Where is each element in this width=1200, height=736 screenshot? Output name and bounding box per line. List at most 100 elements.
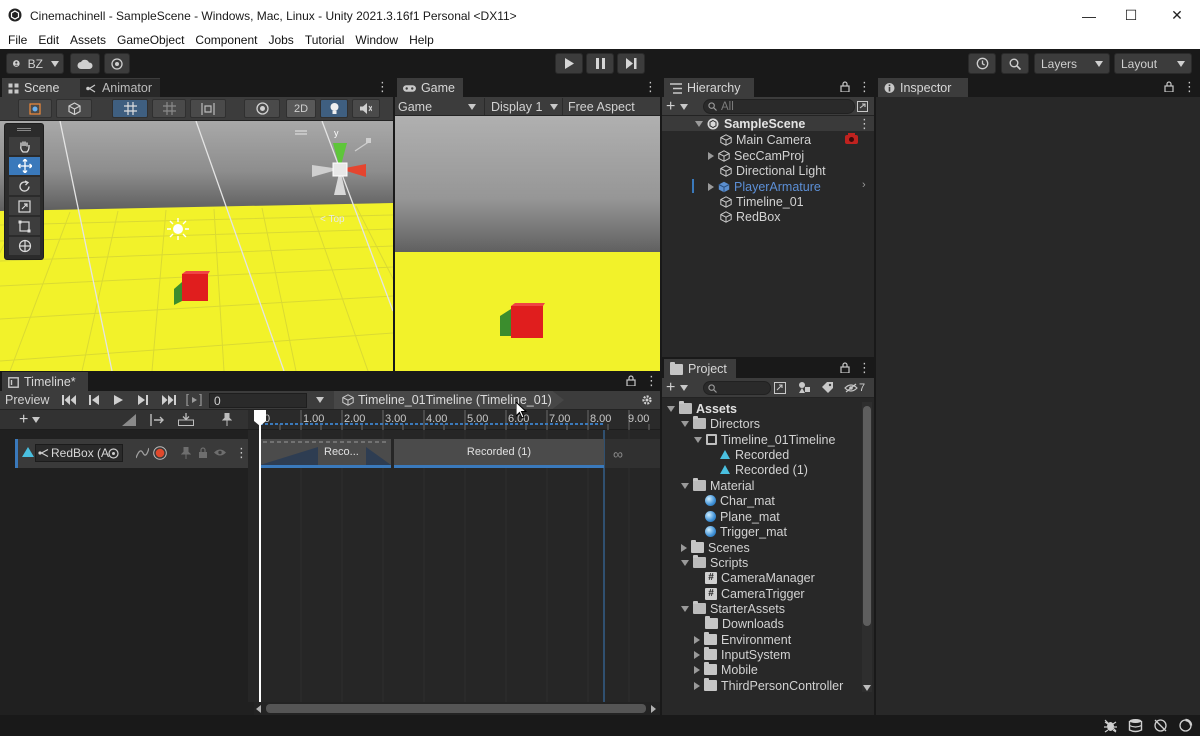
account-dropdown[interactable]: BZ <box>6 53 64 74</box>
hierarchy-search-input[interactable]: All <box>703 99 855 114</box>
project-item-trigger-mat[interactable]: Trigger_mat <box>705 524 787 539</box>
ease-icon[interactable] <box>122 414 136 426</box>
play-range-icon[interactable] <box>186 394 202 406</box>
project-item-starterassets[interactable]: StarterAssets <box>681 601 785 616</box>
track-area[interactable] <box>248 430 660 702</box>
menu-gameobject[interactable]: GameObject <box>117 33 184 47</box>
play-button[interactable] <box>555 53 583 74</box>
hierarchy-item-playerarmature[interactable]: PlayerArmature <box>708 179 821 194</box>
project-item-cameratrigger[interactable]: # CameraTrigger <box>705 586 805 601</box>
scroll-right-arrow-icon[interactable] <box>651 705 656 713</box>
inspector-menu-icon[interactable]: ⋮ <box>1183 80 1196 94</box>
scene-picker-icon[interactable] <box>857 101 868 112</box>
record-button-icon[interactable] <box>153 446 167 460</box>
frame-input[interactable]: 0 <box>209 393 307 408</box>
tab-timeline[interactable]: Timeline* <box>2 372 88 391</box>
clip-recorded[interactable]: Reco... <box>260 439 391 468</box>
expand-arrow-icon[interactable] <box>708 182 714 191</box>
next-frame-icon[interactable] <box>138 395 148 405</box>
project-item-char-mat[interactable]: Char_mat <box>705 493 775 508</box>
menu-tutorial[interactable]: Tutorial <box>305 33 345 47</box>
auto-generate-lighting-icon[interactable] <box>1153 718 1168 733</box>
game-viewport[interactable] <box>395 116 660 371</box>
expand-arrow-icon[interactable] <box>681 420 689 427</box>
move-tool-button[interactable] <box>9 157 40 175</box>
game-menu-icon[interactable]: ⋮ <box>644 80 657 94</box>
project-item-assets[interactable]: Assets <box>667 401 737 416</box>
replace-icon[interactable] <box>178 413 194 426</box>
audio-toggle[interactable] <box>352 99 380 118</box>
tab-project[interactable]: Project <box>664 359 736 378</box>
project-item-recorded-1[interactable]: Recorded (1) <box>720 462 808 477</box>
track-menu-icon[interactable]: ⋮ <box>235 446 248 460</box>
align-dropdown[interactable] <box>190 99 226 118</box>
maximize-button[interactable]: ☐ <box>1108 0 1154 31</box>
create-dropdown[interactable]: + <box>666 98 694 114</box>
timeline-scrollbar-thumb[interactable] <box>266 704 646 713</box>
transform-tool-button[interactable] <box>9 237 40 255</box>
project-item-directors[interactable]: Directors <box>681 416 760 431</box>
expand-arrow-icon[interactable] <box>694 436 702 443</box>
menu-help[interactable]: Help <box>409 33 434 47</box>
collab-button[interactable] <box>104 53 130 74</box>
infinite-clip-area[interactable]: ∞ <box>605 439 660 468</box>
expand-arrow-icon[interactable] <box>681 559 689 566</box>
menu-edit[interactable]: Edit <box>38 33 59 47</box>
debug-bug-icon[interactable] <box>1103 718 1118 733</box>
menu-file[interactable]: File <box>8 33 27 47</box>
project-item-timeline-01timeline[interactable]: Timeline_01Timeline <box>694 432 835 447</box>
scroll-left-arrow-icon[interactable] <box>256 705 261 713</box>
game-mode-dropdown[interactable]: Game <box>398 98 480 115</box>
menu-assets[interactable]: Assets <box>70 33 106 47</box>
filter-by-type-icon[interactable] <box>798 381 811 394</box>
hierarchy-item-redbox[interactable]: RedBox <box>720 209 780 224</box>
hierarchy-menu-icon[interactable]: ⋮ <box>858 80 871 94</box>
timeline-scrollbar[interactable] <box>254 702 660 715</box>
expand-arrow-icon[interactable] <box>694 635 700 644</box>
project-item-thirdpersoncontroller[interactable]: ThirdPersonController <box>694 678 843 693</box>
expand-arrow-icon[interactable] <box>695 120 703 127</box>
create-asset-dropdown[interactable]: + <box>666 379 694 395</box>
minimize-button[interactable]: — <box>1066 0 1112 31</box>
display-dropdown[interactable]: Display 1 <box>484 98 562 115</box>
curves-icon[interactable] <box>136 447 149 459</box>
close-button[interactable]: ✕ <box>1154 0 1200 31</box>
grid-snap-toggle[interactable] <box>112 99 148 118</box>
project-search-input[interactable] <box>703 381 771 395</box>
timeline-ruler[interactable]: 0 1.00 2.00 3.00 4.00 5.00 6.00 7.00 8.0… <box>248 410 660 430</box>
hidden-packages-toggle[interactable]: 7 <box>844 381 870 395</box>
scale-tool-button[interactable] <box>9 197 40 215</box>
project-item-environment[interactable]: Environment <box>694 632 791 647</box>
cloud-button[interactable] <box>70 53 100 74</box>
playhead-handle-icon[interactable] <box>254 410 266 426</box>
tab-hierarchy[interactable]: Hierarchy <box>664 78 754 97</box>
gear-icon[interactable] <box>641 394 653 406</box>
increment-snap-dropdown[interactable] <box>152 99 186 118</box>
hierarchy-item-directional-light[interactable]: Directional Light <box>720 163 826 178</box>
expand-arrow-icon[interactable] <box>681 605 689 612</box>
chevron-right-icon[interactable]: › <box>862 179 866 191</box>
tab-game[interactable]: Game <box>397 78 463 97</box>
expand-arrow-icon[interactable] <box>694 665 700 674</box>
project-item-cameramanager[interactable]: # CameraManager <box>705 570 815 585</box>
project-scrollbar-track[interactable] <box>862 402 872 692</box>
project-item-scripts[interactable]: Scripts <box>681 555 748 570</box>
label-tag-icon[interactable] <box>821 381 834 394</box>
track-binding-field[interactable]: RedBox (A <box>35 444 123 462</box>
cache-server-icon[interactable] <box>1128 718 1143 733</box>
scene-item-menu-icon[interactable]: ⋮ <box>858 117 871 131</box>
timeline-play-icon[interactable] <box>114 395 123 405</box>
project-item-material[interactable]: Material <box>681 478 754 493</box>
hierarchy-item-main-camera[interactable]: Main Camera <box>720 132 811 147</box>
project-scrollbar-thumb[interactable] <box>863 406 871 626</box>
go-to-end-icon[interactable] <box>162 395 176 405</box>
hierarchy-item-timeline-01[interactable]: Timeline_01 <box>720 194 804 209</box>
undo-history-button[interactable] <box>968 53 996 74</box>
track-pin-icon[interactable] <box>181 447 191 459</box>
preview-toggle[interactable]: Preview <box>0 391 53 409</box>
timeline-breadcrumb[interactable]: Timeline_01Timeline (Timeline_01) <box>334 391 564 409</box>
aspect-dropdown[interactable]: Free Aspect <box>562 98 660 115</box>
snap-pin-icon[interactable] <box>222 413 232 426</box>
menu-window[interactable]: Window <box>355 33 398 47</box>
expand-arrow-icon[interactable] <box>694 681 700 690</box>
